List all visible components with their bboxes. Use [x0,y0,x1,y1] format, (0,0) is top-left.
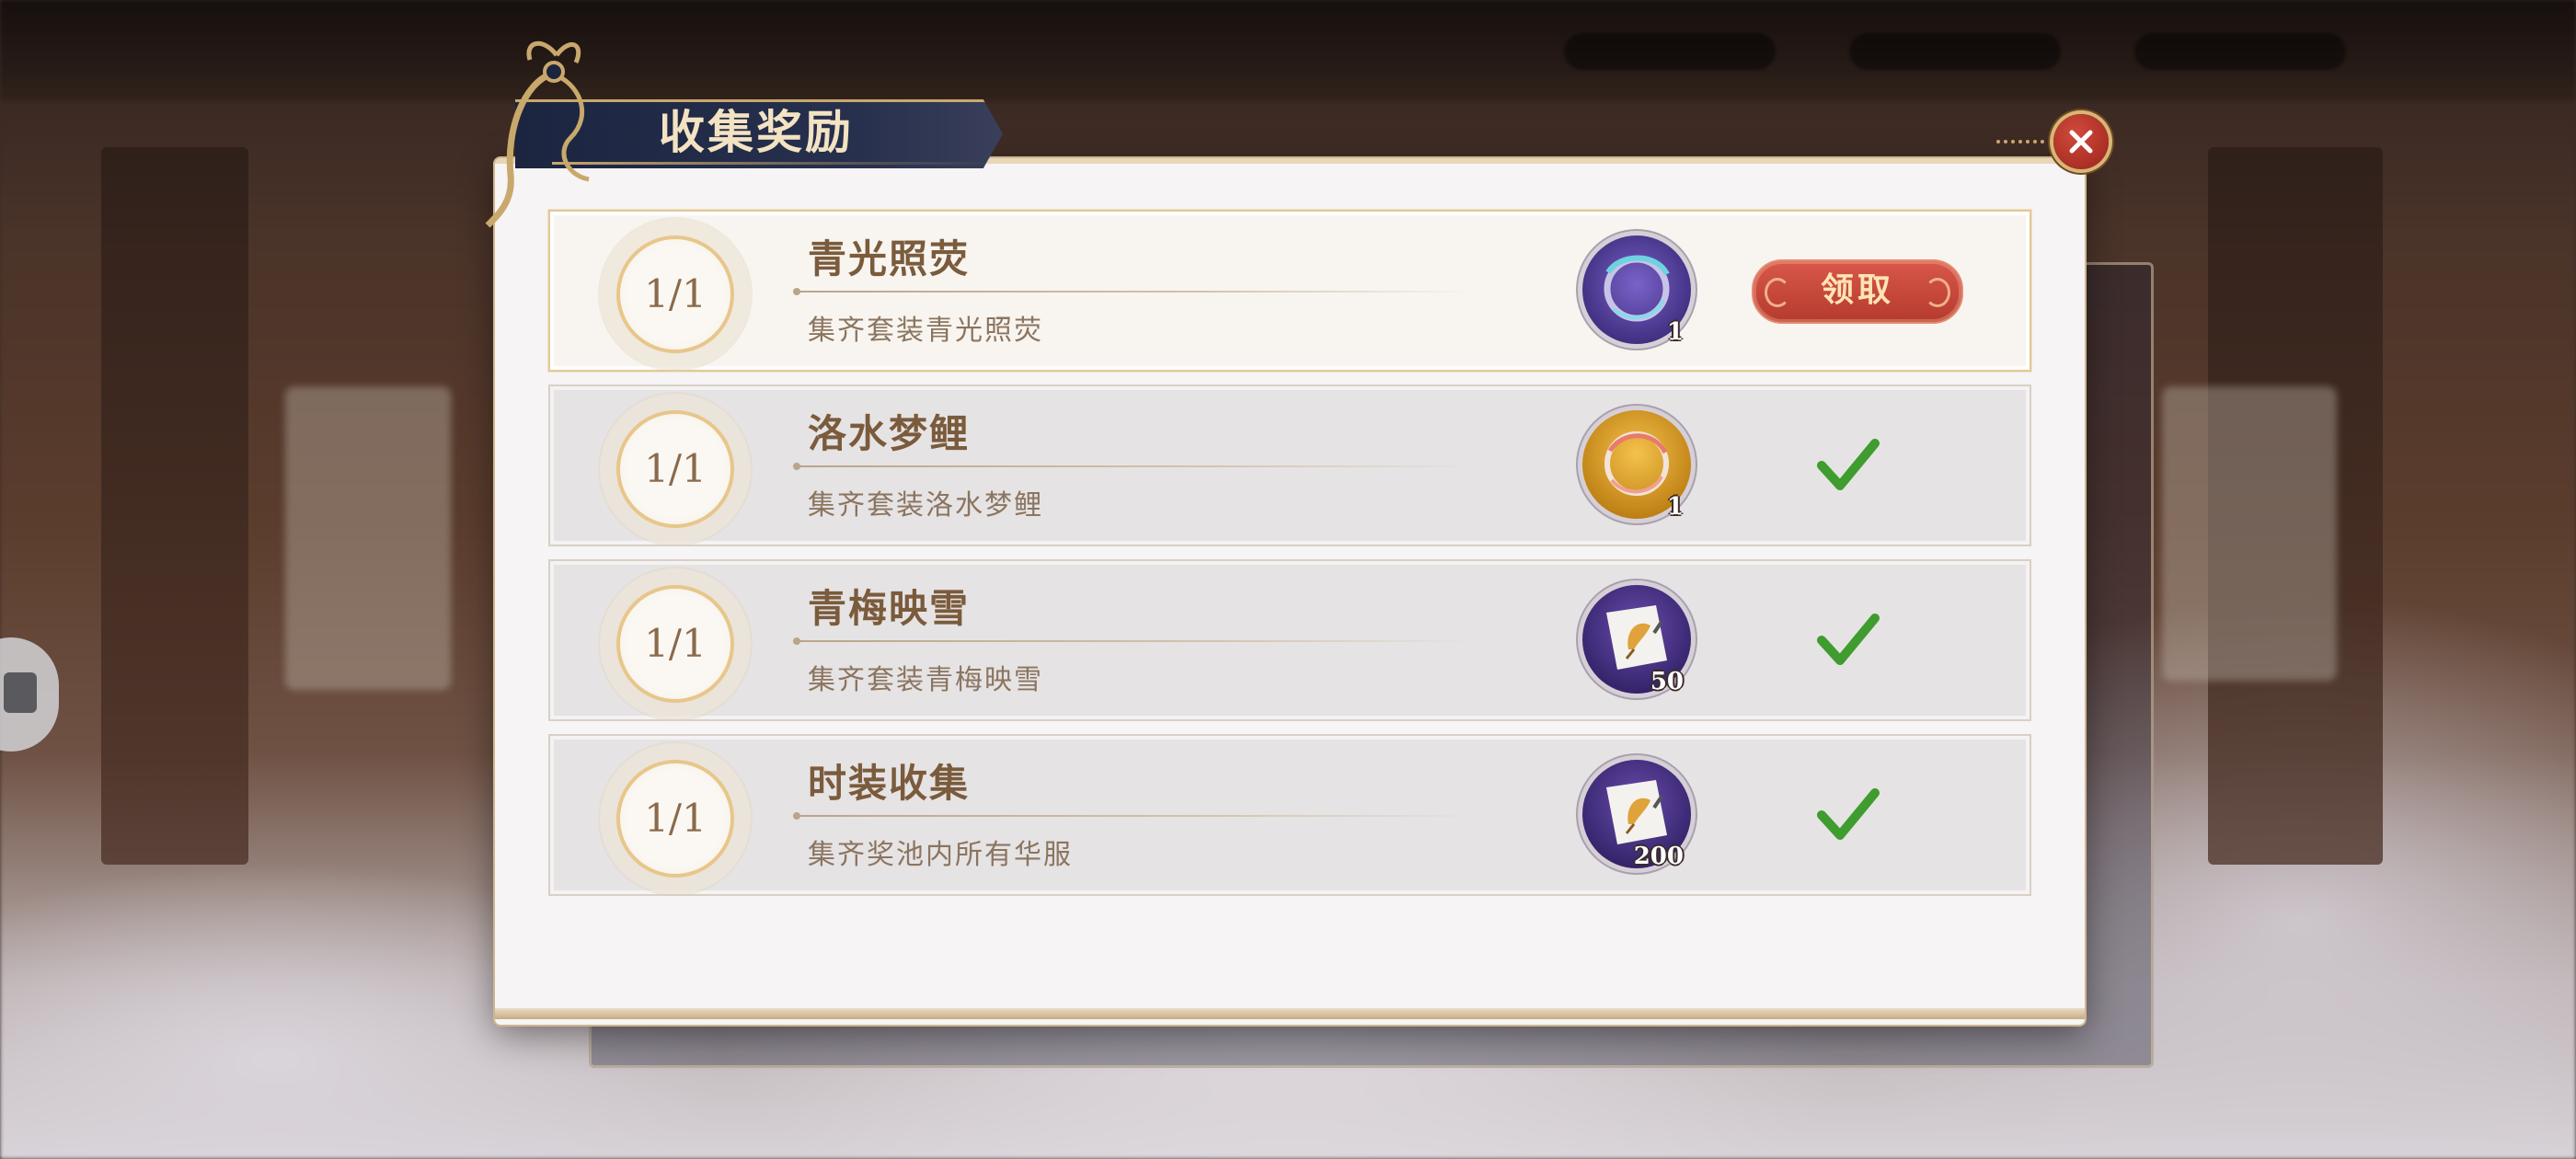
reward-row-shizhuang: 1/1 时装收集 集齐奖池内所有华服 200 [548,734,2031,896]
reward-row-qingmei: 1/1 青梅映雪 集齐套装青梅映雪 50 [548,559,2031,721]
check-icon [1817,614,1880,665]
background-banner [285,386,451,690]
claim-button[interactable]: 领取 [1752,259,1963,324]
row-divider [793,812,1476,820]
claim-label: 领取 [1820,270,1894,309]
reward-title: 青光照荧 [808,236,971,281]
puzzle-icon [4,672,37,713]
progress-text: 1/1 [644,271,707,316]
reward-description: 集齐奖池内所有华服 [808,839,1073,871]
reward-row-qingguang: 1/1 青光照荧 集齐套装青光照荧 1 领取 [548,210,2031,372]
progress-text: 1/1 [644,796,707,841]
check-icon [1817,788,1880,840]
reward-description: 集齐套装青光照荧 [808,315,1043,347]
reward-count: 200 [1633,843,1684,870]
progress-badge: 1/1 [616,235,734,353]
row-divider [793,288,1476,295]
reward-title: 青梅映雪 [808,586,971,631]
dialog-bottom-edge [495,1008,2085,1019]
check-icon [1817,439,1880,490]
progress-badge: 1/1 [616,585,734,703]
swirl-left-icon [1765,278,1790,307]
progress-badge: 1/1 [616,410,734,528]
reward-count: 50 [1650,668,1684,695]
background-banner [2162,386,2337,681]
deer-emblem-icon [485,40,590,228]
reward-row-luoshui: 1/1 洛水梦鲤 集齐套装洛水梦鲤 1 [548,384,2031,546]
background-resource-pill [1564,33,1776,70]
progress-badge: 1/1 [616,760,734,878]
close-button[interactable] [2053,114,2109,169]
reward-description: 集齐套装洛水梦鲤 [808,489,1043,522]
progress-text: 1/1 [644,446,707,491]
close-decoration [1996,140,2052,143]
close-icon [2069,130,2093,154]
reward-description: 集齐套装青梅映雪 [808,664,1043,696]
background-pillar [101,147,248,865]
row-divider [793,463,1476,470]
row-divider [793,637,1476,645]
reward-count: 1 [1666,493,1684,521]
reward-count: 1 [1666,318,1684,346]
background-resource-pill [1849,33,2061,70]
dialog-title: 收集奖励 [659,105,854,159]
swirl-right-icon [1925,278,1950,307]
progress-text: 1/1 [644,621,707,666]
reward-title: 洛水梦鲤 [808,411,971,456]
background-resource-pill [2134,33,2346,70]
reward-title: 时装收集 [808,761,971,806]
